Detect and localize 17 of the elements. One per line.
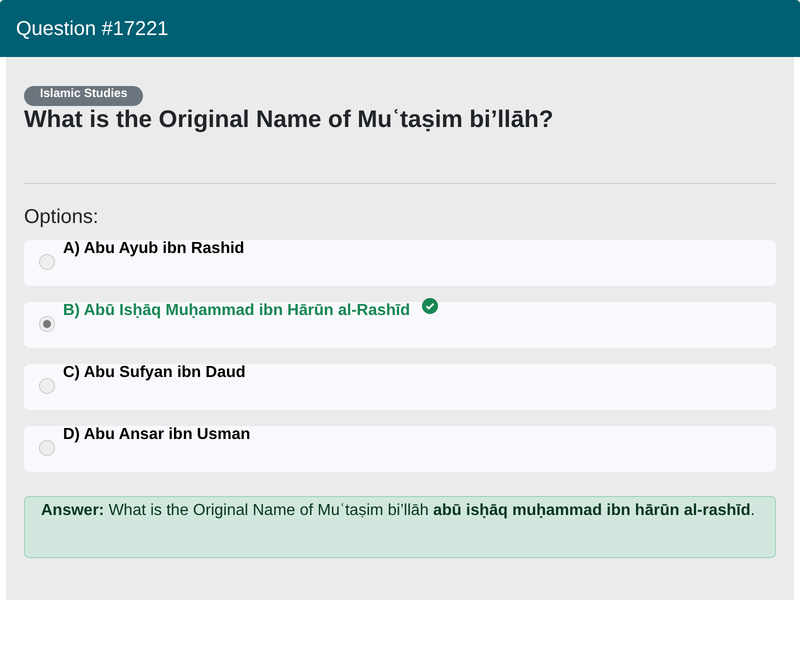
options-heading: Options:	[24, 204, 100, 230]
question-title: What is the Original Name of Muʿtaṣim bi’llāh?	[24, 106, 554, 135]
option-label: A) Abu Ayub ibn Rashid	[63, 238, 244, 259]
option-label: C) Abu Sufyan ibn Daud	[63, 362, 246, 383]
option-row[interactable]: D) Abu Ansar ibn Usman	[24, 426, 776, 472]
option-label: B) Abū Isḥāq Muḥammad ibn Hārūn al-Rashīd	[63, 300, 410, 321]
radio-button[interactable]	[39, 378, 55, 394]
answer-box: Answer: What is the Original Name of Muʿtaṣim bi’llāh abū isḥāq muḥammad ibn hārūn al-rashīd.	[24, 496, 776, 558]
radio-button[interactable]	[39, 254, 55, 270]
option-label: D) Abu Ansar ibn Usman	[63, 424, 250, 445]
option-row[interactable]: C) Abu Sufyan ibn Daud	[24, 364, 776, 410]
category-tag: Islamic Studies	[24, 86, 144, 106]
page-title: Question #17221	[16, 16, 168, 40]
option-row[interactable]: A) Abu Ayub ibn Rashid	[24, 240, 776, 286]
radio-button[interactable]	[39, 440, 55, 456]
radio-button[interactable]	[39, 316, 55, 332]
check-circle-icon	[422, 298, 438, 314]
